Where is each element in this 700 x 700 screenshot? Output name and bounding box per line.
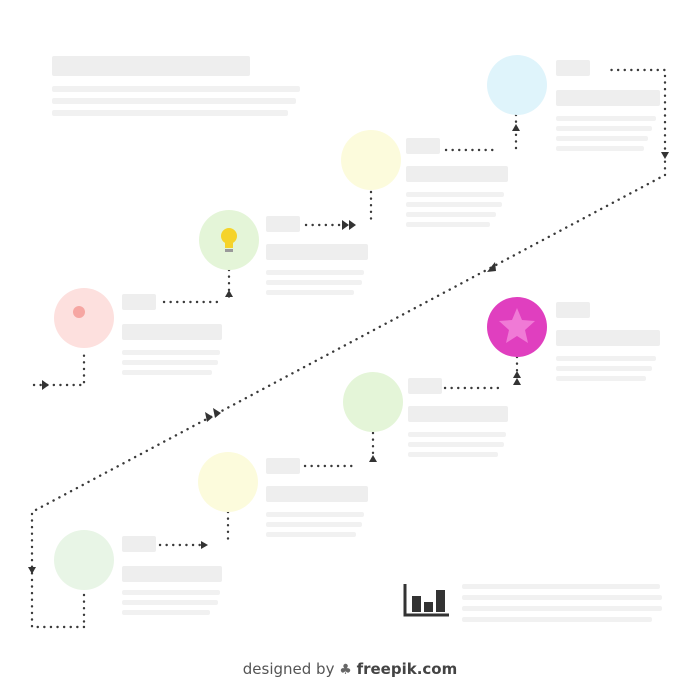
arrow-up-icon: [369, 455, 377, 462]
arrow-up-icon: [512, 124, 520, 131]
step-2-circle: [198, 452, 258, 512]
arrow-up-icon: [487, 262, 496, 272]
bar-chart-icon: [403, 584, 449, 617]
step-1-circle: [54, 530, 114, 590]
step-8: [487, 55, 660, 151]
step-5-circle: [54, 288, 114, 348]
step-2: [198, 452, 368, 537]
step-7: [341, 130, 508, 227]
summary-text-block: [462, 584, 662, 622]
arrow-up-icon: [513, 371, 521, 378]
step-1: [54, 530, 222, 615]
dot-icon: [73, 306, 85, 318]
arrow-up-icon: [513, 378, 521, 385]
arrow-up-icon: [225, 290, 233, 297]
footer-designed-by: designed by: [242, 660, 335, 678]
footer-brand[interactable]: freepik.com: [357, 660, 458, 678]
arrow-right-icon: [201, 541, 208, 549]
arrow-right-icon: [349, 220, 356, 230]
step-8-circle: [487, 55, 547, 115]
arrow-right-icon: [42, 380, 49, 390]
footer-credit: designed by ♣ freepik.com: [0, 660, 700, 678]
arrow-down-icon: [661, 152, 669, 159]
step-4: [487, 297, 660, 381]
freepik-hat-icon: ♣: [339, 662, 352, 678]
arrow-double-icon: [205, 412, 213, 422]
arrow-right-icon: [342, 220, 349, 230]
step-3: [343, 372, 508, 457]
step-7-circle: [341, 130, 401, 190]
arrow-double-icon: [213, 408, 221, 418]
timeline-infographic: [28, 55, 669, 629]
title-block: [52, 56, 300, 116]
step-3-circle: [343, 372, 403, 432]
connector-arrows: [28, 124, 669, 574]
arrow-down-icon: [28, 567, 36, 574]
